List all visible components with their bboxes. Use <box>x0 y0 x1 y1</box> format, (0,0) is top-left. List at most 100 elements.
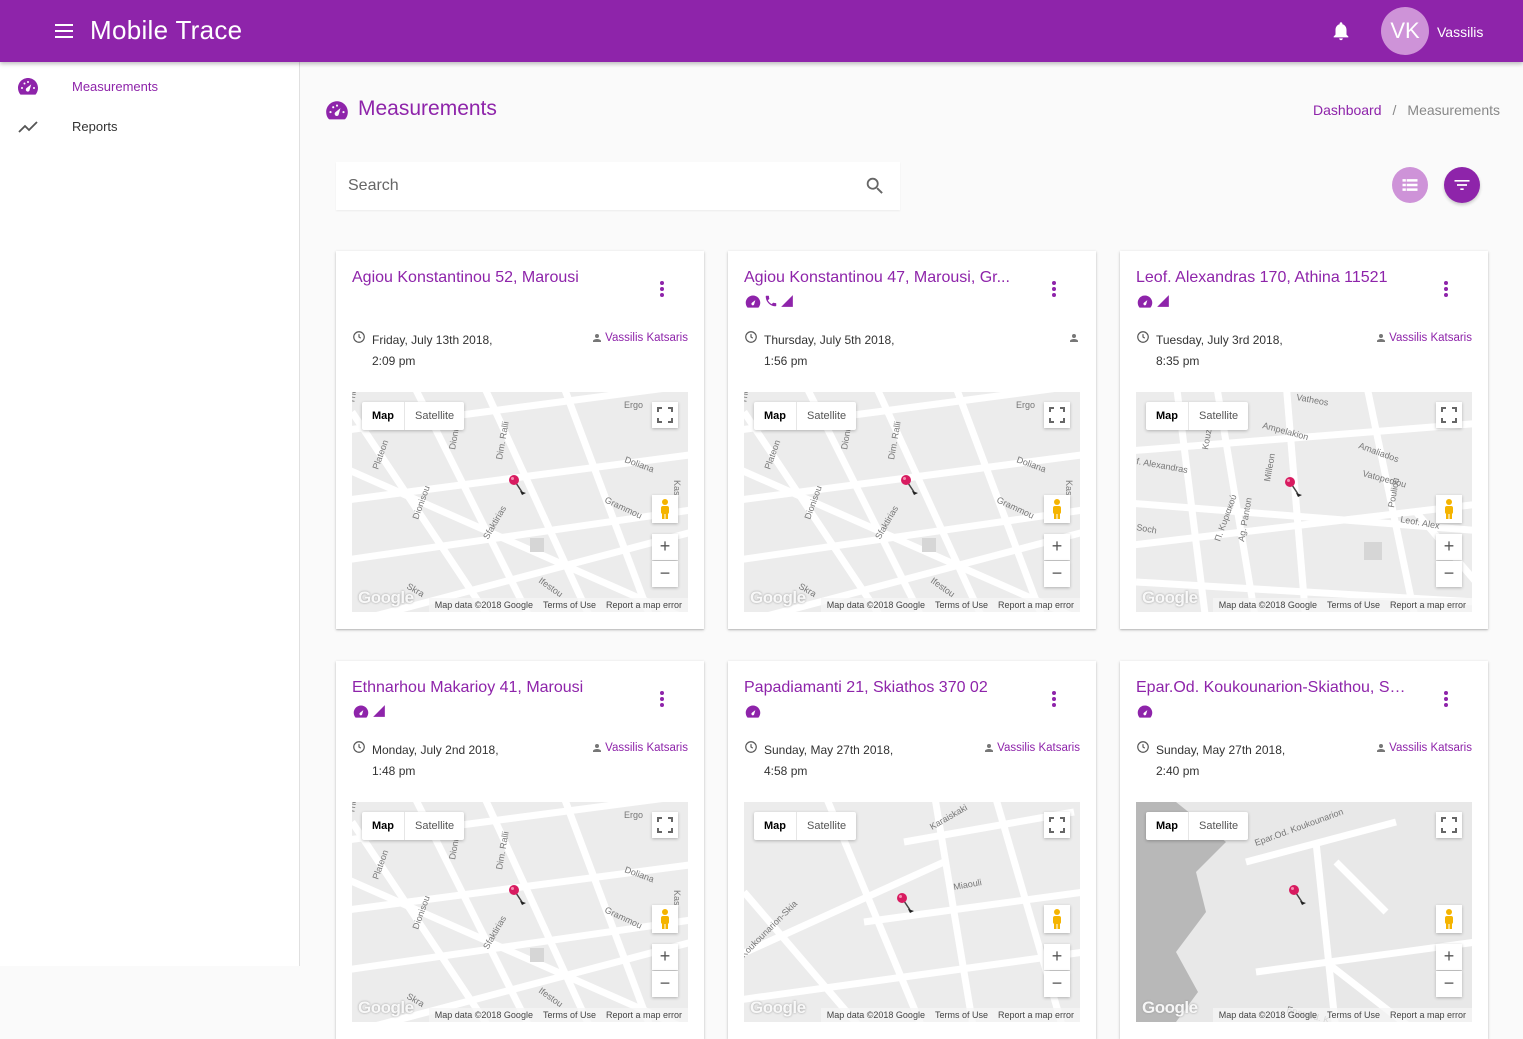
more-vert-icon[interactable] <box>1434 691 1458 711</box>
report-map-error-link[interactable]: Report a map error <box>1390 1010 1466 1020</box>
report-map-error-link[interactable]: Report a map error <box>1390 600 1466 610</box>
card-title[interactable]: Papadiamanti 21, Skiathos 370 02 <box>744 679 1014 697</box>
satellite-tab[interactable]: Satellite <box>405 812 464 840</box>
report-map-error-link[interactable]: Report a map error <box>998 1010 1074 1020</box>
measurement-card[interactable]: Leof. Alexandras 170, Athina 11521 Tuesd… <box>1120 251 1488 629</box>
map[interactable]: Koukounarion-Skia Karaiskaki Miaouli Map S… <box>744 802 1080 1022</box>
card-title[interactable]: Agiou Konstantinou 52, Marousi <box>352 269 622 287</box>
clock-icon <box>745 331 757 343</box>
street-view-pegman-icon[interactable] <box>652 905 678 933</box>
terms-of-use-link[interactable]: Terms of Use <box>543 1010 596 1020</box>
zoom-out-button[interactable]: − <box>652 971 678 997</box>
street-view-pegman-icon[interactable] <box>1044 495 1070 523</box>
measurement-user[interactable]: Vassilis Katsaris <box>1389 330 1472 346</box>
map-pin-marker[interactable] <box>897 893 914 913</box>
measurement-date: Thursday, July 5th 2018, <box>764 333 895 347</box>
more-vert-icon[interactable] <box>650 691 674 711</box>
street-view-pegman-icon[interactable] <box>1436 495 1462 523</box>
zoom-in-button[interactable]: + <box>652 534 678 560</box>
list-view-button[interactable] <box>1392 167 1428 203</box>
zoom-out-button[interactable]: − <box>1436 561 1462 587</box>
terms-of-use-link[interactable]: Terms of Use <box>1327 600 1380 610</box>
measurement-card[interactable]: Epar.Od. Koukounarion-Skiathou, Skiathos… <box>1120 661 1488 1039</box>
street-view-pegman-icon[interactable] <box>1436 905 1462 933</box>
map-tab[interactable]: Map <box>754 812 797 840</box>
street-view-pegman-icon[interactable] <box>1044 905 1070 933</box>
card-title[interactable]: Ethnarhou Makarioy 41, Marousi <box>352 679 622 697</box>
avatar[interactable]: VK <box>1381 7 1429 55</box>
zoom-out-button[interactable]: − <box>1044 971 1070 997</box>
terms-of-use-link[interactable]: Terms of Use <box>935 1010 988 1020</box>
zoom-in-button[interactable]: + <box>1436 534 1462 560</box>
search-input[interactable] <box>336 162 856 210</box>
report-map-error-link[interactable]: Report a map error <box>606 600 682 610</box>
street-view-pegman-icon[interactable] <box>652 495 678 523</box>
measurement-user[interactable]: Vassilis Katsaris <box>997 740 1080 756</box>
measurement-user[interactable]: Vassilis Katsaris <box>605 740 688 756</box>
map-type-control: Map Satellite <box>1146 402 1249 430</box>
map[interactable]: Epar.Od. KoukounarionEpar.Od. K Map Sate… <box>1136 802 1472 1022</box>
map-tab[interactable]: Map <box>362 812 405 840</box>
person-icon <box>1377 334 1385 342</box>
terms-of-use-link[interactable]: Terms of Use <box>1327 1010 1380 1020</box>
zoom-out-button[interactable]: − <box>652 561 678 587</box>
username[interactable]: Vassilis <box>1437 24 1483 40</box>
map[interactable]: Vatheos Ampelakion Amaliados Vatopediou f. A… <box>1136 392 1472 612</box>
map[interactable]: ThemidPlateonDionisouDim. RalliErgoDolia… <box>352 392 688 612</box>
street-label: Ifestou <box>929 575 957 599</box>
more-vert-icon[interactable] <box>1042 691 1066 711</box>
speedometer-icon <box>353 705 369 718</box>
more-vert-icon[interactable] <box>1434 281 1458 301</box>
zoom-in-button[interactable]: + <box>1044 534 1070 560</box>
measurement-card[interactable]: Agiou Konstantinou 47, Marousi, Gr... Th… <box>728 251 1096 629</box>
fullscreen-icon[interactable] <box>1044 402 1070 428</box>
notification-bell-icon[interactable] <box>1330 20 1352 42</box>
measurement-card[interactable]: Ethnarhou Makarioy 41, Marousi Monday, J… <box>336 661 704 1039</box>
fullscreen-icon[interactable] <box>652 402 678 428</box>
zoom-in-button[interactable]: + <box>1436 944 1462 970</box>
menu-icon[interactable] <box>52 19 76 43</box>
card-title[interactable]: Epar.Od. Koukounarion-Skiathou, Skiathos <box>1136 679 1406 697</box>
fullscreen-icon[interactable] <box>1044 812 1070 838</box>
satellite-tab[interactable]: Satellite <box>797 402 856 430</box>
breadcrumb: Dashboard / Measurements <box>1313 102 1500 118</box>
fullscreen-icon[interactable] <box>652 812 678 838</box>
measurement-card[interactable]: Agiou Konstantinou 52, Marousi Friday, J… <box>336 251 704 629</box>
measurement-user[interactable]: Vassilis Katsaris <box>605 330 688 346</box>
terms-of-use-link[interactable]: Terms of Use <box>935 600 988 610</box>
zoom-out-button[interactable]: − <box>1044 561 1070 587</box>
satellite-tab[interactable]: Satellite <box>1189 402 1248 430</box>
google-logo: Google <box>358 998 414 1017</box>
more-vert-icon[interactable] <box>650 281 674 301</box>
terms-of-use-link[interactable]: Terms of Use <box>543 600 596 610</box>
sidebar-item-reports[interactable]: Reports <box>0 107 299 147</box>
search-icon[interactable] <box>864 175 886 197</box>
breadcrumb-dashboard-link[interactable]: Dashboard <box>1313 102 1382 118</box>
card-title[interactable]: Agiou Konstantinou 47, Marousi, Gr... <box>744 269 1014 287</box>
map-tab[interactable]: Map <box>754 402 797 430</box>
map-tab[interactable]: Map <box>362 402 405 430</box>
measurement-type-badges <box>1136 294 1172 312</box>
measurement-user[interactable]: Vassilis Katsaris <box>1389 740 1472 756</box>
report-map-error-link[interactable]: Report a map error <box>998 600 1074 610</box>
zoom-out-button[interactable]: − <box>1436 971 1462 997</box>
satellite-tab[interactable]: Satellite <box>405 402 464 430</box>
fullscreen-icon[interactable] <box>1436 402 1462 428</box>
sidebar-item-measurements[interactable]: Measurements <box>0 67 299 107</box>
map[interactable]: ThemidPlateonDionisouDim. RalliErgoDolia… <box>352 802 688 1022</box>
satellite-tab[interactable]: Satellite <box>1189 812 1248 840</box>
measurement-card[interactable]: Papadiamanti 21, Skiathos 370 02 Sunday,… <box>728 661 1096 1039</box>
zoom-in-button[interactable]: + <box>1044 944 1070 970</box>
more-vert-icon[interactable] <box>1042 281 1066 301</box>
fullscreen-icon[interactable] <box>1436 812 1462 838</box>
measurement-time: 8:35 pm <box>1156 354 1200 368</box>
map-tab[interactable]: Map <box>1146 402 1189 430</box>
zoom-in-button[interactable]: + <box>652 944 678 970</box>
card-title[interactable]: Leof. Alexandras 170, Athina 11521 <box>1136 269 1406 287</box>
satellite-tab[interactable]: Satellite <box>797 812 856 840</box>
measurement-time: 1:56 pm <box>764 354 808 368</box>
map[interactable]: ThemidPlateonDionisouDim. RalliErgoDolia… <box>744 392 1080 612</box>
map-tab[interactable]: Map <box>1146 812 1189 840</box>
report-map-error-link[interactable]: Report a map error <box>606 1010 682 1020</box>
filter-button[interactable] <box>1444 167 1480 203</box>
